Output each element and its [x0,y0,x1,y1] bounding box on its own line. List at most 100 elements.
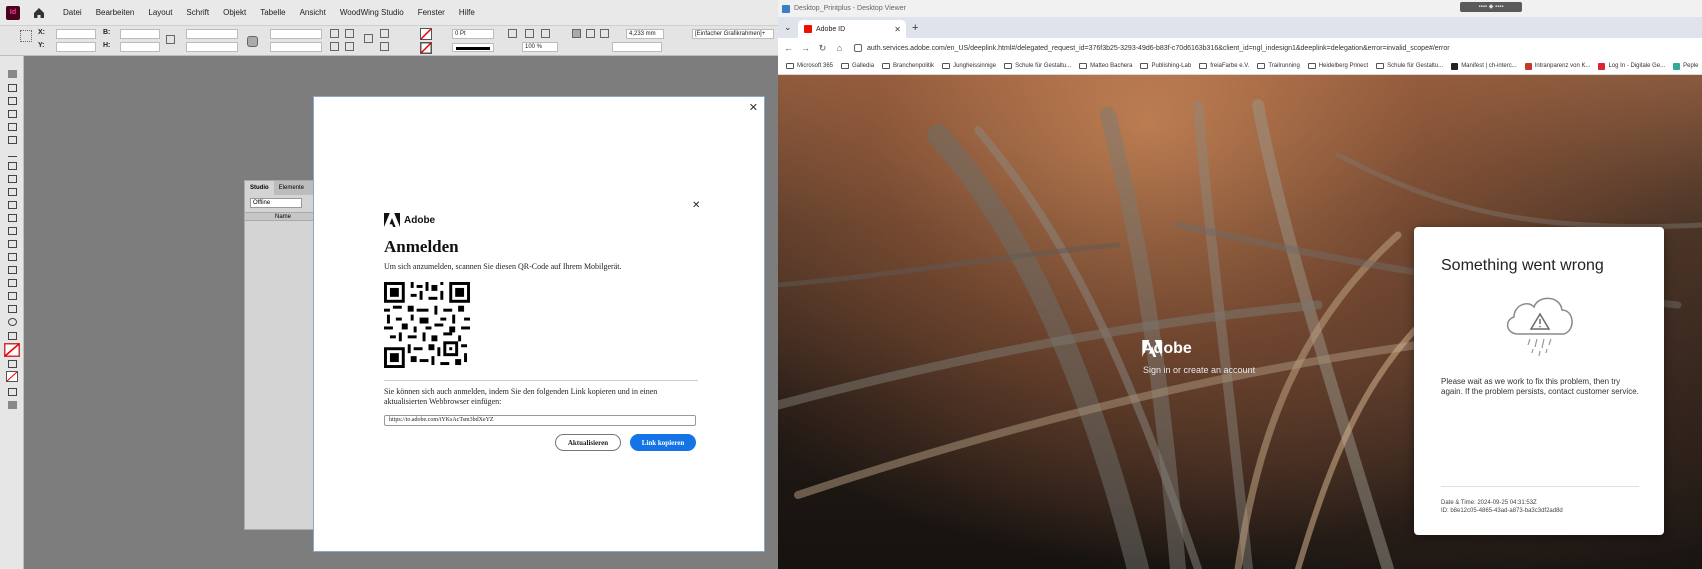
fill-stroke-swatch-icon[interactable] [4,343,20,357]
pencil-tool-icon[interactable] [8,175,17,183]
menu-schrift[interactable]: Schrift [186,8,209,17]
home-icon[interactable]: ⌂ [833,43,846,53]
flip-h-icon[interactable] [330,42,339,51]
rectangle-tool-icon[interactable] [8,201,17,209]
bookmark-item[interactable]: Schule für Gestaltu... [1004,63,1071,69]
refresh-button[interactable]: Aktualisieren [555,434,621,451]
y-field[interactable] [56,42,96,52]
studio-status-select[interactable]: Offline [250,198,302,208]
copy-link-button[interactable]: Link kopieren [630,434,696,451]
text-wrap-icon[interactable] [508,29,517,38]
size-dropdown[interactable] [612,42,662,52]
bookmark-item[interactable]: freiaFarbe e.V. [1199,63,1249,69]
rotate-field[interactable] [270,29,322,39]
page-tool-icon[interactable] [8,97,17,105]
tab-close-icon[interactable]: ✕ [894,25,901,34]
constrain-link-icon[interactable] [166,35,175,44]
url-field[interactable]: auth.services.adobe.com/en_US/deeplink.h… [854,44,1450,52]
formatting-container-icon[interactable] [8,360,17,368]
note-tool-icon[interactable] [8,279,17,287]
bookmark-item[interactable]: Publishing-Lab [1140,63,1191,69]
auto-fit-icon[interactable] [600,29,609,38]
viewer-toolbar-handle[interactable]: ▪▪▪▪ ◆ ▪▪▪▪ [1460,2,1522,12]
swap-fill-stroke-icon[interactable] [8,332,17,340]
size-field[interactable]: 4,233 mm [626,29,664,39]
menu-tabelle[interactable]: Tabelle [260,8,285,17]
tab-adobe-id[interactable]: Adobe ID ✕ [798,20,906,38]
bookmark-item[interactable]: Manifest | ch-interc... [1451,62,1517,70]
bookmark-item[interactable]: Peple [1673,62,1699,70]
stroke-none-icon[interactable] [420,42,432,54]
tab-list-chevron-icon[interactable]: ⌄ [784,22,792,33]
bookmark-item[interactable]: Matteo Bachera [1079,63,1132,69]
reference-point-icon[interactable] [20,30,32,42]
scale-y-field[interactable] [186,42,238,52]
bookmark-item[interactable]: Microsoft 365 [786,63,833,69]
menu-layout[interactable]: Layout [148,8,172,17]
free-transform-tool-icon[interactable] [8,240,17,248]
effects-icon[interactable] [541,29,550,38]
new-tab-icon[interactable]: + [912,22,918,34]
shear-field[interactable] [270,42,322,52]
menu-bearbeiten[interactable]: Bearbeiten [96,8,135,17]
menu-objekt[interactable]: Objekt [223,8,246,17]
scale-x-field[interactable] [186,29,238,39]
distribute-icon[interactable] [586,29,595,38]
constrain-proportions-icon[interactable] [247,36,258,47]
rotate-ccw-icon[interactable] [345,29,354,38]
p-icon[interactable] [364,34,373,43]
tab-studio[interactable]: Studio [245,181,274,195]
zoom-tool-icon[interactable] [8,318,17,326]
frame-fit-icon[interactable] [525,29,534,38]
stroke-weight-field[interactable]: 0 Pt [452,29,494,39]
selection-tool-icon[interactable] [8,70,17,78]
align-icon[interactable] [572,29,581,38]
line-tool-icon[interactable] [8,149,17,157]
eyedropper-tool-icon[interactable] [8,292,17,300]
object-style-select[interactable]: [Einfacher Grafikrahmen]+ [692,29,774,39]
dialog-close-icon[interactable]: ✕ [749,101,758,114]
stroke-type-select[interactable] [452,43,494,52]
opacity-field[interactable]: 100 % [522,42,558,52]
bookmark-item[interactable]: Jungheissinnige [942,63,996,69]
rotate-cw-icon[interactable] [330,29,339,38]
scissors-tool-icon[interactable] [8,227,17,235]
bookmark-item[interactable]: Heidelberg Prinect [1307,63,1368,69]
fill-none-icon[interactable] [420,28,432,40]
hand-tool-icon[interactable] [8,305,17,313]
site-info-icon[interactable] [854,44,862,52]
bookmark-item[interactable]: Branchenpolitik [882,63,934,69]
flip-v-icon[interactable] [345,42,354,51]
bookmark-item[interactable]: Intranparenz von K... [1524,62,1590,70]
bookmark-item[interactable]: Log In - Digitale Ge... [1598,62,1665,70]
view-mode-icon[interactable] [8,401,17,409]
gradient-feather-tool-icon[interactable] [8,266,17,274]
menu-datei[interactable]: Datei [63,8,82,17]
menu-fenster[interactable]: Fenster [418,8,445,17]
back-icon[interactable]: ← [782,43,795,53]
polygon-tool-icon[interactable] [8,214,17,222]
select-container-icon[interactable] [380,29,389,38]
type-tool-icon[interactable] [8,136,17,144]
width-field[interactable] [120,29,160,39]
gap-tool-icon[interactable] [8,110,17,118]
menu-ansicht[interactable]: Ansicht [300,8,326,17]
bookmark-item[interactable]: Trailrunning [1257,63,1300,69]
x-field[interactable] [56,29,96,39]
signin-close-icon[interactable]: ✕ [692,200,700,211]
select-content-icon[interactable] [380,42,389,51]
tab-elements[interactable]: Elemente [274,181,309,195]
bookmark-item[interactable]: Galledia [841,63,874,69]
rectangle-frame-tool-icon[interactable] [8,188,17,196]
height-field[interactable] [120,42,160,52]
menu-hilfe[interactable]: Hilfe [459,8,475,17]
apply-none-icon[interactable] [6,371,18,382]
reload-icon[interactable]: ↻ [816,43,829,54]
content-collector-icon[interactable] [8,123,17,131]
screen-mode-icon[interactable] [8,388,17,396]
home-icon[interactable] [32,6,46,20]
bookmark-item[interactable]: Schule für Gestaltu... [1376,63,1443,69]
gradient-tool-icon[interactable] [8,253,17,261]
direct-selection-tool-icon[interactable] [8,84,17,92]
signin-link-field[interactable]: https://to.adobe.com/tYKsAcTsm3bdXeYZ [384,415,696,426]
